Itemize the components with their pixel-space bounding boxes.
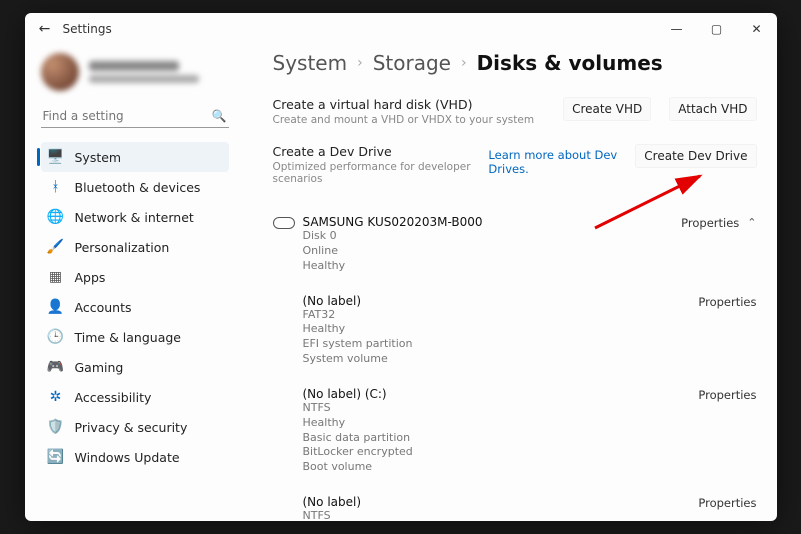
create-devdrive-button[interactable]: Create Dev Drive <box>635 144 756 168</box>
disk-header-row[interactable]: SAMSUNG KUS020203M-B000 Disk 0 Online He… <box>273 209 757 288</box>
sidebar-item-time[interactable]: 🕒 Time & language <box>41 322 229 352</box>
disk-line: Healthy <box>303 259 657 274</box>
create-vhd-button[interactable]: Create VHD <box>563 97 651 121</box>
search-input[interactable] <box>43 109 212 123</box>
volume-line: Healthy <box>303 322 657 337</box>
volume-title: (No label) <box>303 294 657 308</box>
main-panel: System › Storage › Disks & volumes Creat… <box>245 45 777 521</box>
search-icon: 🔍 <box>212 109 227 123</box>
volume-line: System volume <box>303 352 657 367</box>
back-button[interactable]: ← <box>33 21 57 37</box>
sidebar-item-apps[interactable]: ▦ Apps <box>41 262 229 292</box>
properties-link[interactable]: Properties <box>698 295 756 309</box>
volume-line: Basic data partition <box>303 431 657 446</box>
minimize-button[interactable]: — <box>657 13 697 45</box>
window-controls: — ▢ ✕ <box>657 13 777 45</box>
volume-title: (No label) <box>303 495 657 509</box>
network-icon: 🌐 <box>47 208 65 226</box>
vhd-row: Create a virtual hard disk (VHD) Create … <box>273 91 757 138</box>
volume-row[interactable]: (No label) (C:) NTFS Healthy Basic data … <box>273 381 757 489</box>
properties-link[interactable]: Properties <box>698 388 756 402</box>
update-icon: 🔄 <box>47 448 65 466</box>
accounts-icon: 👤 <box>47 298 65 316</box>
sidebar-item-label: Accounts <box>75 300 132 315</box>
sidebar-item-label: Personalization <box>75 240 170 255</box>
accessibility-icon: ✲ <box>47 388 65 406</box>
privacy-icon: 🛡️ <box>47 418 65 436</box>
crumb-system[interactable]: System <box>273 51 348 75</box>
sidebar-item-label: Time & language <box>75 330 181 345</box>
profile-text <box>89 61 199 83</box>
volume-line: NTFS <box>303 401 657 416</box>
gaming-icon: 🎮 <box>47 358 65 376</box>
sidebar-item-label: Gaming <box>75 360 124 375</box>
devdrive-learn-link[interactable]: Learn more about Dev Drives. <box>488 144 617 176</box>
devdrive-title: Create a Dev Drive <box>273 144 489 159</box>
profile-block[interactable] <box>41 53 229 91</box>
chevron-right-icon: › <box>461 55 467 71</box>
volume-title: (No label) (C:) <box>303 387 657 401</box>
sidebar-item-label: Bluetooth & devices <box>75 180 201 195</box>
attach-vhd-button[interactable]: Attach VHD <box>669 97 756 121</box>
disk-icon <box>273 217 295 229</box>
sidebar-item-accounts[interactable]: 👤 Accounts <box>41 292 229 322</box>
crumb-current: Disks & volumes <box>477 51 663 75</box>
volume-line: NTFS <box>303 509 657 521</box>
disk-line: Disk 0 <box>303 229 657 244</box>
search-box[interactable]: 🔍 <box>41 105 229 128</box>
close-button[interactable]: ✕ <box>737 13 777 45</box>
crumb-storage[interactable]: Storage <box>373 51 451 75</box>
chevron-up-icon[interactable]: ⌃ <box>747 216 756 229</box>
volume-row[interactable]: (No label) FAT32 Healthy EFI system part… <box>273 288 757 381</box>
maximize-button[interactable]: ▢ <box>697 13 737 45</box>
sidebar: 🔍 🖥️ System ᚼ Bluetooth & devices 🌐 Netw… <box>25 45 245 521</box>
volume-row[interactable]: (No label) NTFS Healthy Microsoft recove… <box>273 489 757 521</box>
avatar <box>41 53 79 91</box>
volume-line: Boot volume <box>303 460 657 475</box>
vhd-subtitle: Create and mount a VHD or VHDX to your s… <box>273 114 535 126</box>
apps-icon: ▦ <box>47 268 65 286</box>
settings-window: ← Settings — ▢ ✕ 🔍 🖥️ System ᚼ Bluetooth… <box>25 13 777 521</box>
sidebar-item-label: Network & internet <box>75 210 194 225</box>
sidebar-item-bluetooth[interactable]: ᚼ Bluetooth & devices <box>41 172 229 202</box>
sidebar-item-accessibility[interactable]: ✲ Accessibility <box>41 382 229 412</box>
personalization-icon: 🖌️ <box>47 238 65 256</box>
sidebar-item-update[interactable]: 🔄 Windows Update <box>41 442 229 472</box>
vhd-title: Create a virtual hard disk (VHD) <box>273 97 535 112</box>
sidebar-item-label: Apps <box>75 270 106 285</box>
volume-line: Healthy <box>303 416 657 431</box>
properties-link[interactable]: Properties <box>681 216 739 230</box>
system-icon: 🖥️ <box>47 148 65 166</box>
breadcrumb: System › Storage › Disks & volumes <box>273 51 757 75</box>
bluetooth-icon: ᚼ <box>47 178 65 196</box>
disk-name: SAMSUNG KUS020203M-B000 <box>303 215 657 229</box>
sidebar-item-personalization[interactable]: 🖌️ Personalization <box>41 232 229 262</box>
sidebar-item-label: Privacy & security <box>75 420 188 435</box>
disk-line: Online <box>303 244 657 259</box>
devdrive-subtitle: Optimized performance for developer scen… <box>273 161 489 185</box>
volume-line: BitLocker encrypted <box>303 445 657 460</box>
sidebar-item-privacy[interactable]: 🛡️ Privacy & security <box>41 412 229 442</box>
sidebar-item-label: Accessibility <box>75 390 152 405</box>
properties-link[interactable]: Properties <box>698 496 756 510</box>
volume-line: FAT32 <box>303 308 657 323</box>
sidebar-item-gaming[interactable]: 🎮 Gaming <box>41 352 229 382</box>
chevron-right-icon: › <box>357 55 363 71</box>
sidebar-item-system[interactable]: 🖥️ System <box>41 142 229 172</box>
sidebar-item-label: Windows Update <box>75 450 180 465</box>
volume-line: EFI system partition <box>303 337 657 352</box>
sidebar-item-network[interactable]: 🌐 Network & internet <box>41 202 229 232</box>
time-icon: 🕒 <box>47 328 65 346</box>
app-title: Settings <box>63 22 112 36</box>
sidebar-item-label: System <box>75 150 122 165</box>
devdrive-row: Create a Dev Drive Optimized performance… <box>273 138 757 197</box>
